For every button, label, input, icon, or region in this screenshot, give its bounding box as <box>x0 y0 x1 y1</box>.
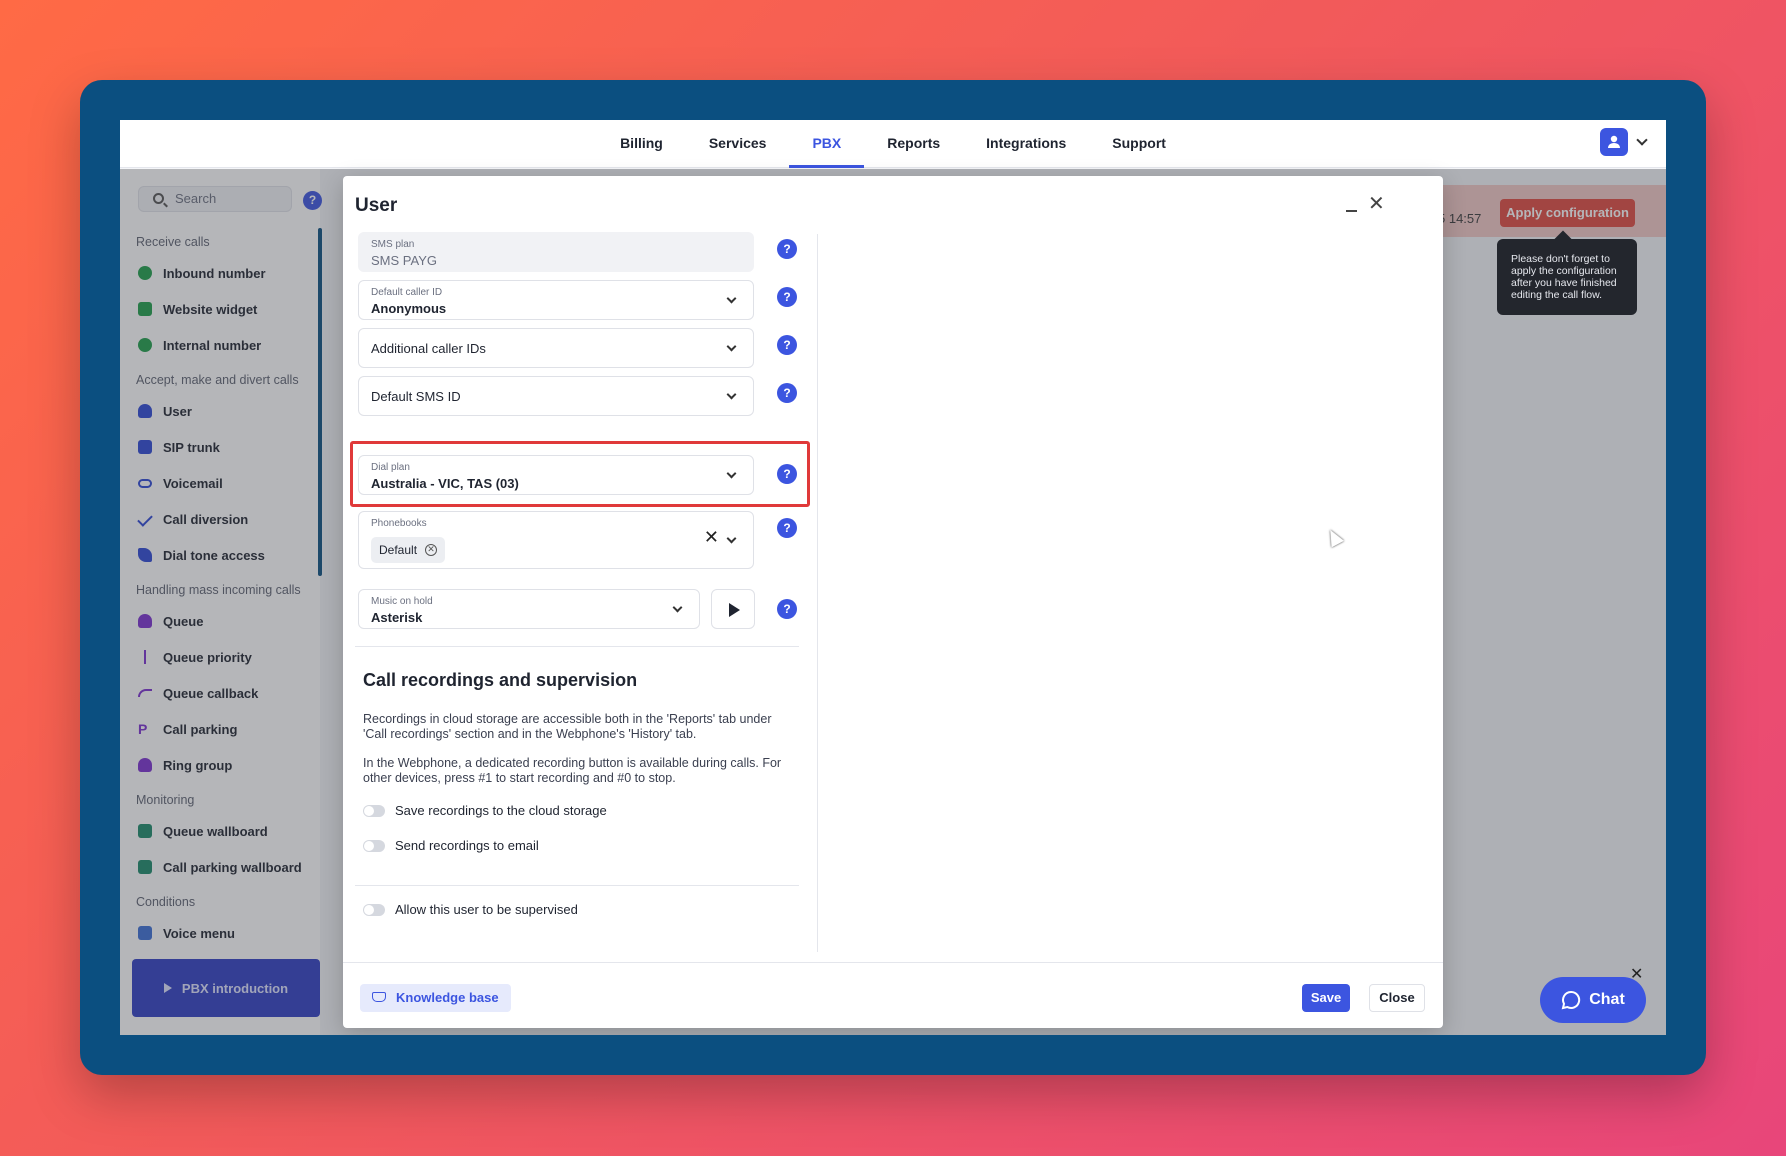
chevron-down-icon[interactable] <box>726 293 737 304</box>
field-placeholder: Default SMS ID <box>371 389 461 404</box>
footer-divider <box>343 962 1443 963</box>
modal-title: User <box>355 195 398 216</box>
minimize-icon[interactable] <box>1346 210 1357 212</box>
save-cloud-toggle-row[interactable]: Save recordings to the cloud storage <box>363 803 607 818</box>
toggle-label: Send recordings to email <box>395 838 539 853</box>
play-button[interactable] <box>711 589 755 629</box>
help-icon[interactable]: ? <box>777 335 797 355</box>
field-value: Asterisk <box>371 610 423 625</box>
tab-reports[interactable]: Reports <box>864 120 963 168</box>
save-button[interactable]: Save <box>1302 984 1350 1012</box>
chip-label: Default <box>379 543 418 557</box>
field-label: Default caller ID <box>371 287 443 298</box>
help-icon[interactable]: ? <box>777 518 797 538</box>
default-sms-id-select[interactable]: Default SMS ID <box>358 376 754 416</box>
help-icon[interactable]: ? <box>777 287 797 307</box>
phonebooks-select[interactable]: Phonebooks Default ✕ ✕ <box>358 511 754 569</box>
play-icon <box>729 603 740 617</box>
divider <box>355 885 799 886</box>
field-label: Music on hold <box>371 596 433 607</box>
knowledge-base-label: Knowledge base <box>396 990 499 1005</box>
toggle-switch[interactable] <box>363 839 385 852</box>
close-icon[interactable]: ✕ <box>1368 194 1385 214</box>
section-heading: Call recordings and supervision <box>363 670 638 690</box>
additional-caller-ids-select[interactable]: Additional caller IDs <box>358 328 754 368</box>
divider <box>355 646 799 647</box>
phonebook-chip: Default ✕ <box>371 537 446 563</box>
knowledge-base-button[interactable]: Knowledge base <box>360 984 511 1012</box>
clear-icon[interactable]: ✕ <box>704 528 719 546</box>
toggle-switch[interactable] <box>363 903 385 916</box>
dial-plan-select[interactable]: Dial plan Australia - VIC, TAS (03) <box>358 455 754 495</box>
field-value: SMS PAYG <box>371 253 437 268</box>
chevron-down-icon[interactable] <box>672 602 683 613</box>
column-divider <box>817 234 818 952</box>
chat-label: Chat <box>1589 991 1625 1008</box>
recordings-description: Recordings in cloud storage are accessib… <box>363 712 772 741</box>
chevron-down-icon[interactable] <box>1636 134 1648 146</box>
default-caller-id-select[interactable]: Default caller ID Anonymous <box>358 280 754 320</box>
chevron-down-icon[interactable] <box>726 468 737 479</box>
chevron-down-icon[interactable] <box>726 533 737 544</box>
toggle-label: Allow this user to be supervised <box>395 902 578 917</box>
tab-integrations[interactable]: Integrations <box>963 120 1089 168</box>
account-menu[interactable] <box>1600 128 1648 156</box>
field-label: SMS plan <box>371 239 415 250</box>
tab-services[interactable]: Services <box>686 120 790 168</box>
user-avatar-icon[interactable] <box>1600 128 1628 156</box>
music-on-hold-select[interactable]: Music on hold Asterisk <box>358 589 700 629</box>
field-label: Dial plan <box>371 462 410 473</box>
chat-button[interactable]: Chat <box>1540 977 1646 1023</box>
tab-billing[interactable]: Billing <box>597 120 686 168</box>
help-icon[interactable]: ? <box>777 464 797 484</box>
graduation-cap-icon <box>372 992 386 1002</box>
webphone-description: In the Webphone, a dedicated recording b… <box>363 756 782 785</box>
sms-plan-field: SMS plan SMS PAYG <box>358 232 754 272</box>
chat-bubble-icon <box>1561 990 1581 1010</box>
chevron-down-icon[interactable] <box>726 389 737 400</box>
toggle-switch[interactable] <box>363 804 385 817</box>
supervised-toggle-row[interactable]: Allow this user to be supervised <box>363 902 578 917</box>
tab-support[interactable]: Support <box>1089 120 1189 168</box>
top-navigation: Billing Services PBX Reports Integration… <box>120 120 1666 168</box>
toggle-label: Save recordings to the cloud storage <box>395 803 607 818</box>
remove-chip-icon[interactable]: ✕ <box>425 544 438 556</box>
field-value: Anonymous <box>371 301 447 316</box>
apply-tooltip: Please don't forget to apply the configu… <box>1497 239 1637 315</box>
field-placeholder: Additional caller IDs <box>371 341 486 356</box>
help-icon[interactable]: ? <box>777 383 797 403</box>
field-label: Phonebooks <box>371 518 427 529</box>
close-button[interactable]: Close <box>1369 984 1425 1012</box>
nav-tabs: Billing Services PBX Reports Integration… <box>120 120 1666 168</box>
chevron-down-icon[interactable] <box>726 341 737 352</box>
tab-pbx[interactable]: PBX <box>789 120 865 168</box>
field-value: Australia - VIC, TAS (03) <box>371 476 519 491</box>
user-modal: User ✕ SMS plan SMS PAYG ? Default calle… <box>343 176 1443 1028</box>
send-email-toggle-row[interactable]: Send recordings to email <box>363 838 539 853</box>
app-window: Billing Services PBX Reports Integration… <box>120 120 1666 1035</box>
help-icon[interactable]: ? <box>777 239 797 259</box>
help-icon[interactable]: ? <box>777 599 797 619</box>
